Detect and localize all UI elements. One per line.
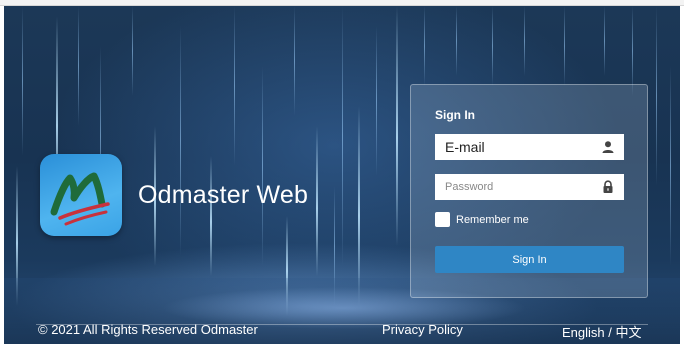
light-streak (234, 6, 235, 166)
email-field[interactable] (435, 134, 624, 160)
light-streak (456, 6, 457, 76)
remember-checkbox[interactable] (435, 212, 450, 227)
light-streak (632, 6, 633, 96)
light-streak (604, 6, 605, 76)
signin-panel: Sign In Remember me Sign In (410, 84, 648, 298)
light-streak (22, 6, 23, 156)
light-streak (358, 106, 360, 306)
brand-block: Odmaster Web (40, 154, 308, 236)
language-switch[interactable]: English / 中文 (562, 322, 641, 341)
remember-me[interactable]: Remember me (435, 212, 529, 227)
remember-label: Remember me (456, 213, 529, 226)
light-streak (670, 66, 671, 266)
user-icon (602, 141, 614, 153)
password-field[interactable] (435, 174, 624, 200)
light-streak (564, 6, 565, 86)
light-streak (524, 6, 525, 76)
light-streak (294, 6, 295, 116)
lock-icon (603, 180, 613, 193)
signin-button[interactable]: Sign In (435, 246, 624, 273)
light-streak (492, 6, 493, 86)
email-input[interactable] (445, 139, 595, 155)
light-streak (316, 126, 318, 276)
app-name: Odmaster Web (138, 180, 309, 209)
light-streak (424, 6, 425, 86)
light-streak (376, 26, 377, 176)
copyright-text: © 2021 All Rights Reserved Odmaster (38, 322, 258, 337)
odmaster-logo-icon (40, 154, 122, 236)
privacy-policy-link[interactable]: Privacy Policy (382, 322, 463, 337)
light-streak (78, 6, 79, 126)
light-streak (396, 6, 398, 246)
light-streak (342, 6, 343, 266)
light-streak (132, 6, 133, 96)
signin-title: Sign In (435, 108, 475, 122)
password-input[interactable] (445, 181, 595, 193)
light-streak (656, 6, 657, 186)
